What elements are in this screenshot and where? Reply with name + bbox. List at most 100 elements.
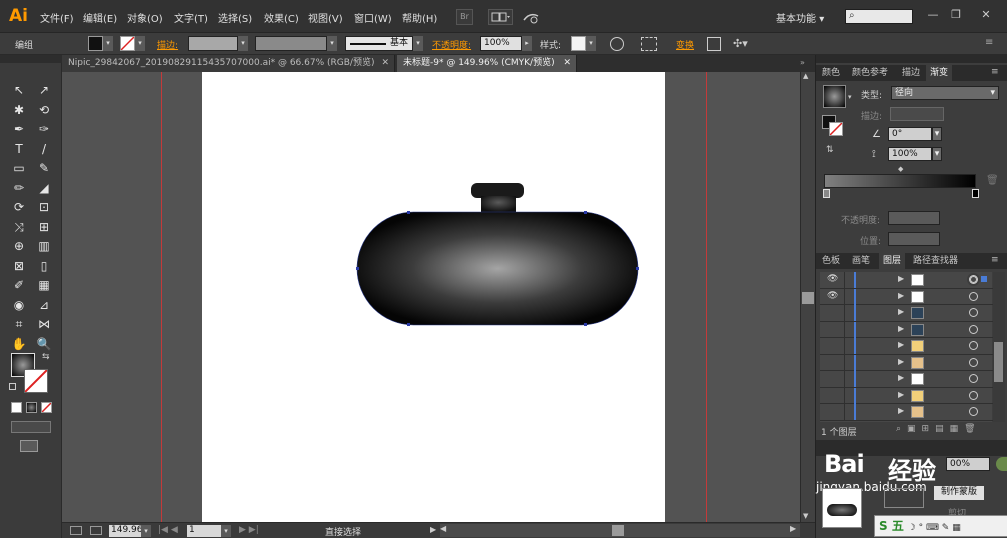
variable-width-field[interactable] — [255, 36, 327, 51]
expand-arrow-icon[interactable]: ▶ — [898, 390, 904, 399]
scroll-down-icon[interactable]: ▼ — [803, 512, 808, 520]
tab-brushes[interactable]: 画笔 — [848, 253, 874, 269]
stroke-weight-dropdown[interactable]: ▾ — [238, 36, 248, 51]
lock-column[interactable] — [844, 354, 845, 371]
selection-indicator[interactable] — [981, 276, 987, 282]
tab-layers[interactable]: 图层 — [879, 253, 906, 269]
expand-arrow-icon[interactable]: ▶ — [898, 406, 904, 415]
expand-arrow-icon[interactable]: ▶ — [898, 307, 904, 316]
brush-style-dropdown[interactable]: ▾ — [413, 36, 423, 51]
menu-edit[interactable]: 编辑(E) — [83, 10, 117, 25]
next-artboard-icon[interactable]: ▶ ▶| — [239, 525, 259, 535]
draw-mode-icon[interactable] — [11, 421, 51, 433]
target-circle-icon[interactable] — [969, 275, 978, 284]
stroke-swatch[interactable] — [120, 36, 135, 51]
workspace-switcher[interactable]: 基本功能 ▾ — [776, 10, 824, 25]
tool-10-1-icon[interactable]: ▦ — [35, 276, 53, 294]
opacity-field[interactable]: 100% — [480, 36, 522, 51]
tool-2-0-icon[interactable]: ✒ — [10, 120, 28, 138]
stroke-gradient-buttons[interactable] — [890, 107, 944, 121]
stroke-dropdown[interactable]: ▾ — [135, 36, 145, 51]
tool-1-0-icon[interactable]: ✱ — [10, 101, 28, 119]
bottle-body[interactable] — [356, 211, 639, 326]
gradient-angle-field[interactable]: 0° — [888, 127, 932, 141]
tab-untitled-9[interactable]: 未标题-9* @ 149.96% (CMYK/预览) ✕ — [397, 55, 577, 72]
midpoint-diamond-icon[interactable]: ◆ — [898, 165, 903, 173]
tool-13-0-icon[interactable]: ✋ — [10, 335, 28, 353]
tab-color[interactable]: 颜色 — [818, 65, 844, 81]
target-circle-icon[interactable] — [969, 308, 978, 317]
bottle-cap[interactable] — [471, 183, 524, 198]
visibility-eye-icon[interactable] — [827, 324, 839, 336]
none-mode-icon[interactable] — [41, 402, 52, 413]
minimize-button[interactable]: — — [924, 8, 942, 22]
target-circle-icon[interactable] — [969, 324, 978, 334]
menu-window[interactable]: 窗口(W) — [354, 10, 392, 25]
tool-5-0-icon[interactable]: ✏ — [10, 179, 28, 197]
gradient-stroke-swatch[interactable] — [829, 122, 843, 136]
expand-arrow-icon[interactable]: ▶ — [898, 340, 904, 349]
tool-8-1-icon[interactable]: ▥ — [35, 237, 53, 255]
fill-swatch[interactable] — [88, 36, 103, 51]
canvas[interactable] — [62, 72, 800, 522]
lock-column[interactable] — [844, 404, 845, 420]
stop-location-field[interactable] — [888, 232, 940, 246]
tool-13-1-icon[interactable]: 🔍 — [35, 335, 53, 353]
transparency-thumbnail[interactable] — [822, 488, 862, 528]
panel-menu-icon[interactable]: ≡ — [991, 67, 999, 77]
opacity-panel-link[interactable]: 不透明度: — [432, 38, 471, 51]
scroll-up-icon[interactable]: ▲ — [803, 72, 808, 80]
scroll-thumb[interactable] — [802, 292, 814, 304]
swap-colors-icon[interactable]: ⇆ — [42, 352, 50, 362]
artboard-dropdown[interactable]: ▾ — [221, 525, 231, 537]
target-circle-icon[interactable] — [969, 357, 978, 367]
layer-row[interactable]: 👁 ▶ — [820, 288, 996, 305]
lock-column[interactable] — [844, 321, 845, 338]
tool-11-0-icon[interactable]: ◉ — [10, 296, 28, 314]
tool-6-1-icon[interactable]: ⊡ — [35, 198, 53, 216]
lock-column[interactable] — [844, 272, 845, 288]
transparency-toggle[interactable] — [996, 457, 1007, 471]
tool-9-1-icon[interactable]: ▯ — [35, 257, 53, 275]
bottle-neck[interactable] — [481, 196, 516, 212]
screen-mode-icon[interactable] — [20, 440, 38, 452]
tool-12-1-icon[interactable]: ⋈ — [35, 315, 53, 333]
tab-pathfinder[interactable]: 路径查找器 — [909, 253, 962, 269]
close-tab-icon[interactable]: ✕ — [563, 55, 571, 72]
tool-0-0-icon[interactable]: ↖ — [10, 81, 28, 99]
stroke-weight-field[interactable] — [188, 36, 238, 51]
fill-dropdown[interactable]: ▾ — [103, 36, 113, 51]
align-icon[interactable] — [641, 37, 657, 51]
menu-file[interactable]: 文件(F) — [40, 10, 74, 25]
close-tab-icon[interactable]: ✕ — [381, 55, 389, 72]
tab-nipic-document[interactable]: Nipic_29842067_20190829115435707000.ai* … — [62, 55, 395, 72]
visibility-eye-icon[interactable]: 👁 — [827, 291, 839, 303]
default-colors-icon[interactable] — [9, 383, 16, 390]
ime-toolbar[interactable]: S 五 ☽ ° ⌨ ✎ ▦ — [874, 515, 1007, 537]
opacity-dropdown[interactable]: ▸ — [522, 36, 532, 51]
control-menu-icon[interactable]: ≡ — [985, 37, 993, 48]
tool-7-1-icon[interactable]: ⊞ — [35, 218, 53, 236]
expand-arrow-icon[interactable]: ▶ — [898, 357, 904, 366]
stroke-panel-link[interactable]: 描边: — [157, 38, 178, 51]
tool-4-0-icon[interactable]: ▭ — [10, 159, 28, 177]
tool-2-1-icon[interactable]: ✑ — [35, 120, 53, 138]
visibility-eye-icon[interactable] — [827, 406, 839, 418]
bridge-button[interactable]: Br — [456, 9, 473, 25]
zoom-field[interactable]: 149.96 — [109, 525, 143, 537]
gradient-stop-end[interactable] — [972, 189, 979, 198]
transform-panel-link[interactable]: 变换 — [676, 38, 694, 51]
tool-3-0-icon[interactable]: T — [10, 140, 28, 158]
tab-overflow-icon[interactable]: » — [800, 58, 805, 67]
menu-select[interactable]: 选择(S) — [218, 10, 252, 25]
layers-footer-buttons[interactable]: ⌕▣⊞▤▦🗑 — [896, 424, 982, 434]
layer-row[interactable]: ▶ — [820, 371, 996, 388]
gradient-type-select[interactable]: 径向 ▾ — [891, 86, 999, 100]
stop-opacity-field[interactable] — [888, 211, 940, 225]
more-options-icon[interactable]: ✣▾ — [733, 37, 751, 51]
menu-object[interactable]: 对象(O) — [127, 10, 163, 25]
variable-width-dropdown[interactable]: ▾ — [327, 36, 337, 51]
isolate-icon[interactable] — [707, 37, 721, 51]
artboard-number-field[interactable]: 1 — [187, 525, 221, 537]
expand-arrow-icon[interactable]: ▶ — [898, 274, 904, 283]
